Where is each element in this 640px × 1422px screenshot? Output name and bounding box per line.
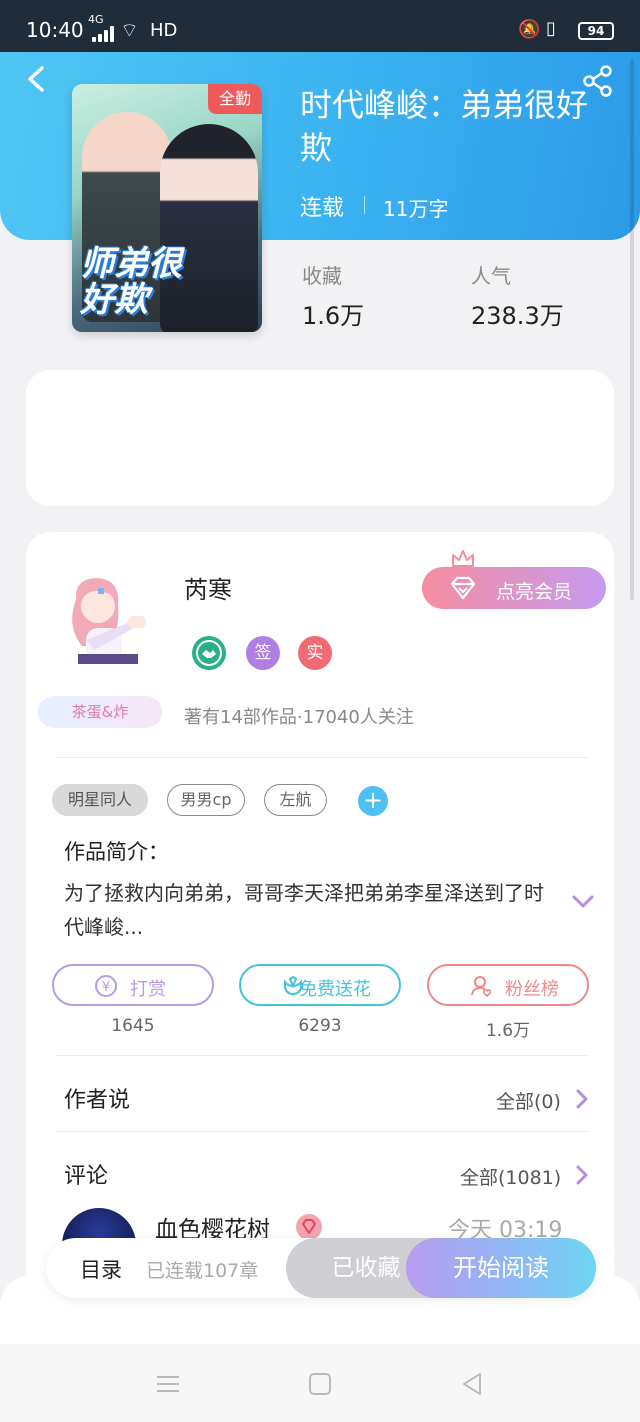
tag-star-fanfic[interactable]: 明星同人 <box>52 784 148 816</box>
chapters-count[interactable]: 已连载107章 <box>146 1256 258 1283</box>
vip-diamond-icon <box>296 1214 322 1240</box>
wifi-icon: ⌔ <box>120 18 139 42</box>
reward-button[interactable]: ¥ 打赏 <box>52 964 214 1006</box>
stat-label-popularity: 人气 <box>471 264 511 288</box>
add-tag-button[interactable]: + <box>358 786 388 816</box>
toc-button[interactable]: 目录 <box>80 1254 122 1284</box>
diamond-icon <box>450 576 476 600</box>
stat-label-favorites: 收藏 <box>302 264 342 288</box>
book-cover[interactable]: 师弟很好欺 全勤 <box>72 84 262 332</box>
book-title: 时代峰峻：弟弟很好欺 <box>300 86 589 167</box>
svg-text:¥: ¥ <box>102 980 110 995</box>
diamond-icon <box>302 1219 316 1234</box>
flower-count: 6293 <box>298 1016 342 1036</box>
author-fan-tag: 茶蛋&炸 <box>38 696 162 728</box>
start-reading-button[interactable]: 开始阅读 <box>406 1238 596 1298</box>
vip-button[interactable]: 点亮会员 <box>422 567 606 609</box>
home-icon[interactable] <box>306 1370 334 1398</box>
comments-more[interactable]: 全部(1081) <box>460 1163 561 1190</box>
battery-icon: 94 <box>578 22 614 40</box>
chevron-down-icon[interactable] <box>570 892 596 912</box>
hd-label: HD <box>150 20 178 41</box>
back-triangle-icon[interactable] <box>458 1370 486 1398</box>
vip-button-label: 点亮会员 <box>496 581 573 603</box>
book-word-count: 11万字 <box>383 197 449 221</box>
author-avatar[interactable] <box>56 570 166 670</box>
signed-badge: 签 <box>246 636 280 670</box>
send-flower-button[interactable]: 免费送花 <box>239 964 401 1006</box>
stat-value-favorites: 1.6万 <box>302 302 365 330</box>
mute-icon: 🔕 <box>518 19 541 40</box>
comments-title: 评论 <box>64 1164 109 1189</box>
chevron-right-icon[interactable] <box>575 1164 589 1186</box>
author-meta: 著有14部作品·17040人关注 <box>184 707 414 728</box>
fans-rank-button[interactable]: 粉丝榜 <box>427 964 589 1006</box>
reward-label: 打赏 <box>130 979 166 1000</box>
synopsis-title: 作品简介： <box>64 840 169 864</box>
back-arrow-icon <box>28 66 44 92</box>
tag-character[interactable]: 左航 <box>264 784 327 816</box>
menu-icon[interactable] <box>154 1370 182 1398</box>
divider <box>56 757 588 758</box>
reward-count: 1645 <box>111 1016 155 1036</box>
fans-icon <box>471 976 492 998</box>
author-name[interactable]: 芮寒 <box>184 570 232 605</box>
handshake-icon <box>196 640 222 666</box>
synopsis-text: 为了拯救内向弟弟，哥哥李天泽把弟弟李星泽送到了时代峰峻... <box>64 881 544 939</box>
chevron-right-icon[interactable] <box>575 1088 589 1110</box>
author-avatar-illustration <box>72 578 146 664</box>
signal-icon <box>92 26 116 42</box>
scrollbar[interactable] <box>630 60 634 600</box>
back-button[interactable] <box>22 62 52 96</box>
author-notes-title: 作者说 <box>64 1088 131 1113</box>
attendance-badge: 全勤 <box>208 84 262 114</box>
coin-icon: ¥ <box>95 975 117 997</box>
send-flower-label: 免费送花 <box>299 979 371 1000</box>
fans-count: 1.6万 <box>485 1021 531 1041</box>
stat-value-popularity: 238.3万 <box>471 302 564 330</box>
cover-title-art: 师弟很好欺 <box>80 244 182 320</box>
author-notes-more[interactable]: 全部(0) <box>496 1087 561 1114</box>
vibrate-icon: ▯ <box>546 18 556 39</box>
fans-rank-label: 粉丝榜 <box>505 979 559 1000</box>
tag-bl[interactable]: 男男cp <box>167 784 245 816</box>
network-label: 4G <box>88 13 104 26</box>
book-status: 连载 <box>300 196 345 221</box>
real-name-badge: 实 <box>298 636 332 670</box>
divider <box>56 1131 588 1132</box>
status-bar: 10:40 4G ⌔ HD 🔕 ▯ 94 <box>0 0 640 52</box>
verified-icon <box>192 636 226 670</box>
divider <box>56 1055 588 1056</box>
status-time: 10:40 <box>26 18 84 42</box>
banner-card <box>26 370 614 506</box>
status-divider <box>364 196 365 214</box>
